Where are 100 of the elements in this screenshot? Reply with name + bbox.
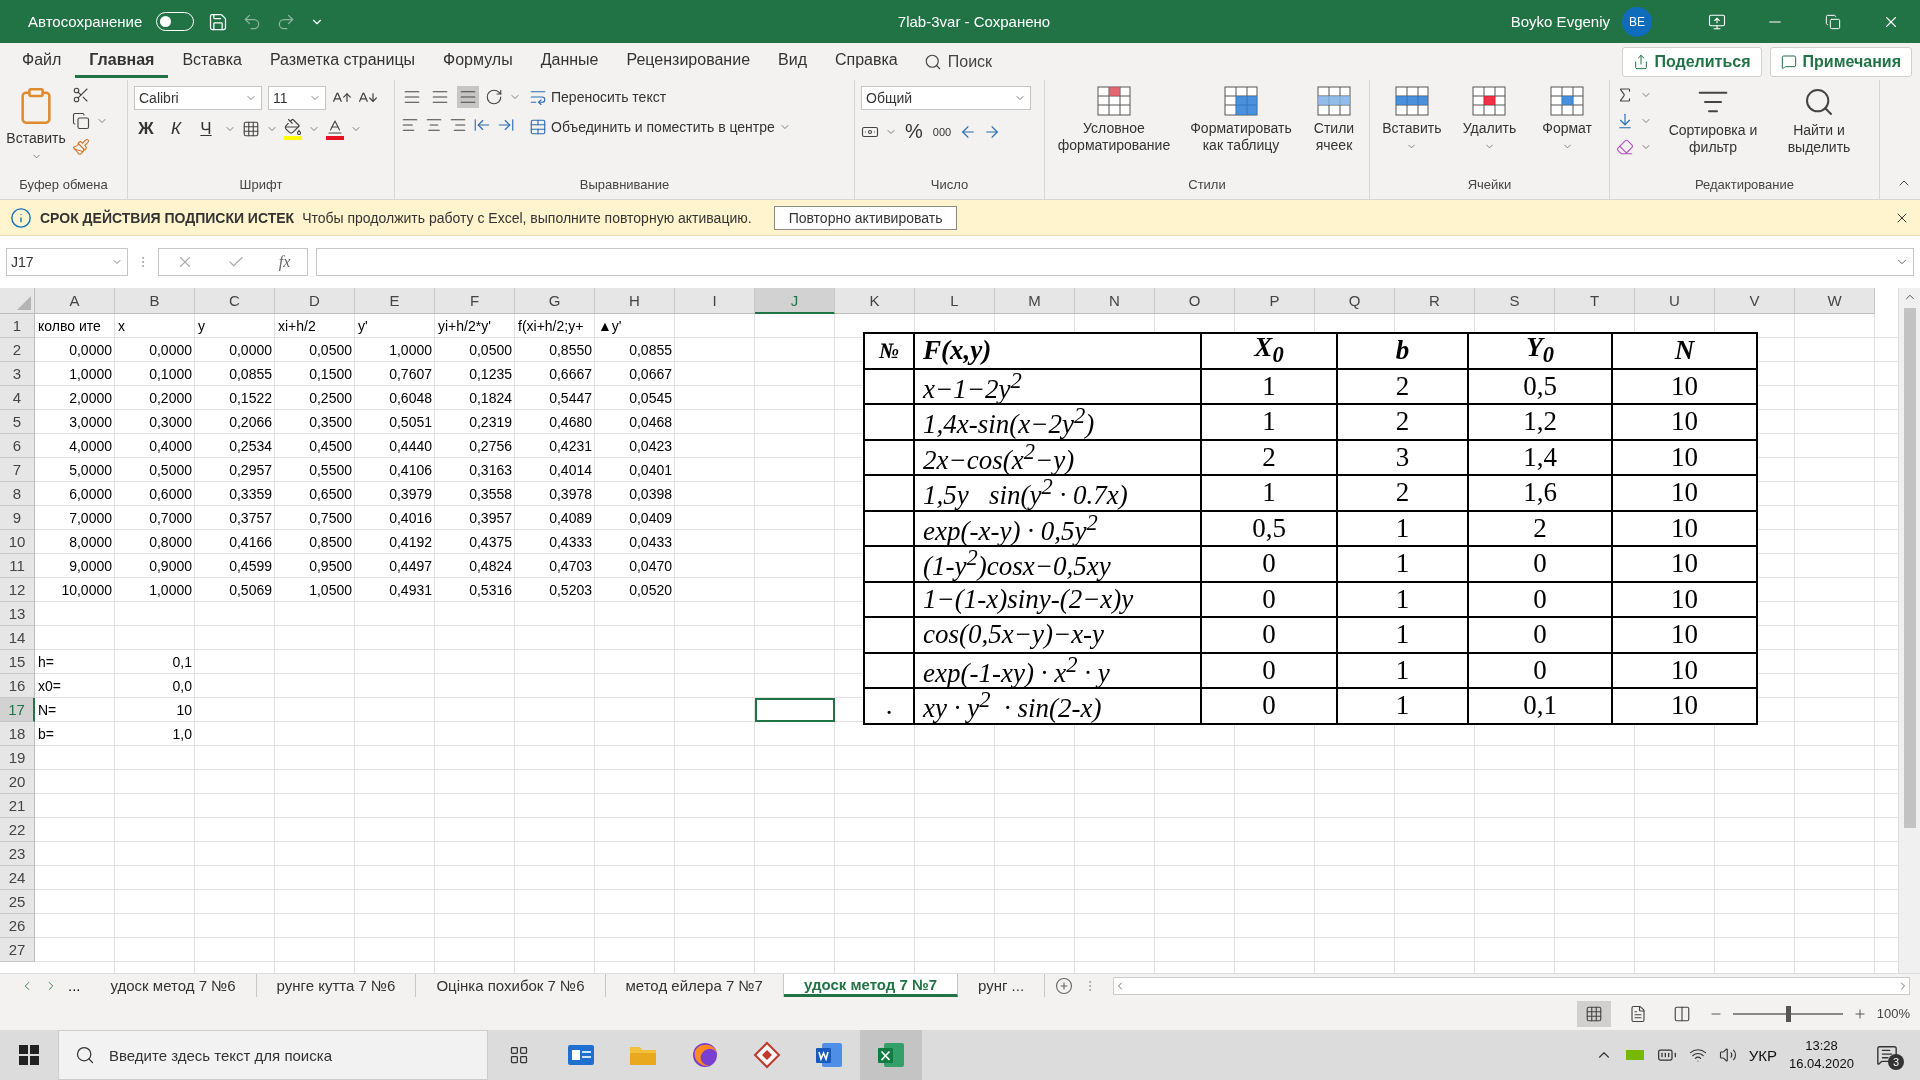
column-header[interactable]: I — [675, 288, 755, 314]
cell-styles-button[interactable]: Стили ячеек — [1308, 86, 1360, 154]
taskbar-search-field[interactable]: Введите здесь текст для поиска — [58, 1030, 488, 1080]
column-header[interactable]: D — [275, 288, 355, 314]
reactivate-button[interactable]: Повторно активировать — [773, 205, 958, 230]
document-app-icon[interactable] — [815, 1042, 843, 1068]
grid-icon[interactable] — [1224, 86, 1258, 116]
format-as-table-button[interactable]: Форматировать как таблицу — [1186, 86, 1296, 154]
row-header[interactable]: 10 — [0, 530, 35, 554]
number-format-field[interactable]: Общий — [861, 86, 1031, 110]
fill-color-icon[interactable] — [284, 118, 302, 140]
task-view-icon[interactable] — [509, 1045, 529, 1065]
insert-function-button[interactable]: fx — [278, 253, 291, 271]
row-header[interactable]: 2 — [0, 338, 35, 362]
grid-icon[interactable] — [1550, 86, 1585, 116]
grid-icon[interactable] — [1097, 86, 1131, 116]
row-header[interactable]: 20 — [0, 770, 35, 794]
formula-input[interactable] — [316, 248, 1914, 276]
underline-button[interactable]: Ч — [194, 119, 218, 139]
column-header[interactable]: R — [1395, 288, 1475, 314]
spreadsheet-app-icon[interactable] — [877, 1042, 905, 1068]
more-sheets-button[interactable]: ... — [68, 977, 81, 994]
clock-time[interactable]: 13:28 — [1805, 1036, 1838, 1055]
grid-icon[interactable] — [1394, 86, 1429, 116]
diamond-icon[interactable] — [753, 1041, 781, 1069]
row-header[interactable]: 15 — [0, 650, 35, 674]
add-sheet-icon[interactable] — [1055, 976, 1074, 995]
restore-icon[interactable] — [1825, 13, 1841, 30]
wrap-text-icon[interactable] — [529, 88, 547, 106]
user-avatar[interactable]: BE — [1622, 6, 1652, 37]
search-icon[interactable] — [75, 1045, 95, 1065]
row-header[interactable]: 9 — [0, 506, 35, 530]
sheet-tab[interactable]: удоск метод 7 №7 — [783, 974, 958, 997]
wrap-text-button[interactable]: Переносить текст — [527, 86, 793, 108]
column-header[interactable]: A — [35, 288, 115, 314]
normal-view-button[interactable] — [1576, 1000, 1611, 1027]
columns-icon[interactable] — [1672, 1004, 1691, 1023]
font-name-field[interactable]: Calibri — [134, 86, 262, 110]
insert-cells-button[interactable]: Вставить — [1381, 86, 1442, 152]
zoom-level[interactable]: 100% — [1876, 1006, 1910, 1021]
find-select-button[interactable]: Найти и выделить — [1774, 86, 1864, 156]
merge-center-button[interactable]: Объединить и поместить в центре — [527, 116, 793, 138]
column-header[interactable]: S — [1475, 288, 1555, 314]
column-header[interactable]: L — [915, 288, 995, 314]
grid-icon[interactable] — [1317, 86, 1351, 116]
column-header[interactable]: O — [1155, 288, 1235, 314]
row-header[interactable]: 6 — [0, 434, 35, 458]
thousands-button[interactable]: 000 — [930, 123, 954, 140]
orientation-icon[interactable] — [485, 88, 503, 106]
search-icon[interactable] — [1803, 86, 1835, 118]
row-header[interactable]: 5 — [0, 410, 35, 434]
column-header[interactable]: E — [355, 288, 435, 314]
vertical-scrollbar[interactable] — [1898, 288, 1920, 973]
menu-tab[interactable]: Вставка — [168, 45, 256, 78]
font-color-icon[interactable] — [326, 118, 344, 140]
row-header[interactable]: 19 — [0, 746, 35, 770]
row-header[interactable]: 3 — [0, 362, 35, 386]
decrease-indent-icon[interactable] — [473, 116, 491, 134]
row-header[interactable]: 16 — [0, 674, 35, 698]
sort-filter-button[interactable]: Сортировка и фильтр — [1658, 86, 1768, 156]
column-header[interactable]: G — [515, 288, 595, 314]
column-header[interactable]: F — [435, 288, 515, 314]
align-center-icon[interactable] — [425, 116, 443, 134]
row-header[interactable]: 18 — [0, 722, 35, 746]
scroll-thumb[interactable] — [1903, 308, 1916, 828]
row-header[interactable]: 17 — [0, 698, 35, 722]
row-header[interactable]: 7 — [0, 458, 35, 482]
row-header[interactable]: 4 — [0, 386, 35, 410]
grid-icon[interactable] — [1472, 86, 1507, 116]
search-icon[interactable] — [923, 52, 942, 71]
column-header[interactable]: W — [1795, 288, 1875, 314]
search-button[interactable]: Поиск — [911, 52, 1005, 71]
row-header[interactable]: 24 — [0, 866, 35, 890]
row-header[interactable]: 22 — [0, 818, 35, 842]
column-header[interactable]: J — [755, 288, 835, 314]
copy-icon[interactable] — [72, 112, 90, 130]
row-header[interactable]: 12 — [0, 578, 35, 602]
row-header[interactable]: 1 — [0, 314, 35, 338]
paste-button[interactable]: Вставить — [6, 86, 66, 162]
column-header[interactable]: N — [1075, 288, 1155, 314]
comment-icon[interactable] — [1780, 53, 1797, 70]
column-header[interactable]: M — [995, 288, 1075, 314]
row-header[interactable]: 8 — [0, 482, 35, 506]
grid-icon[interactable] — [1584, 1004, 1603, 1023]
column-header[interactable]: V — [1715, 288, 1795, 314]
column-header[interactable]: B — [115, 288, 195, 314]
menu-tab[interactable]: Формулы — [429, 45, 527, 78]
row-header[interactable]: 25 — [0, 890, 35, 914]
input-language[interactable]: УКР — [1748, 1046, 1777, 1064]
conditional-formatting-button[interactable]: Условное форматирование — [1054, 86, 1174, 154]
column-header[interactable]: K — [835, 288, 915, 314]
row-header[interactable]: 11 — [0, 554, 35, 578]
menu-tab[interactable]: Вид — [764, 45, 821, 78]
column-header[interactable]: U — [1635, 288, 1715, 314]
row-header[interactable]: 14 — [0, 626, 35, 650]
row-header[interactable]: 23 — [0, 842, 35, 866]
menu-tab[interactable]: Разметка страницы — [255, 45, 430, 78]
column-header[interactable]: C — [195, 288, 275, 314]
row-header[interactable]: 26 — [0, 914, 35, 938]
column-header[interactable]: T — [1555, 288, 1635, 314]
